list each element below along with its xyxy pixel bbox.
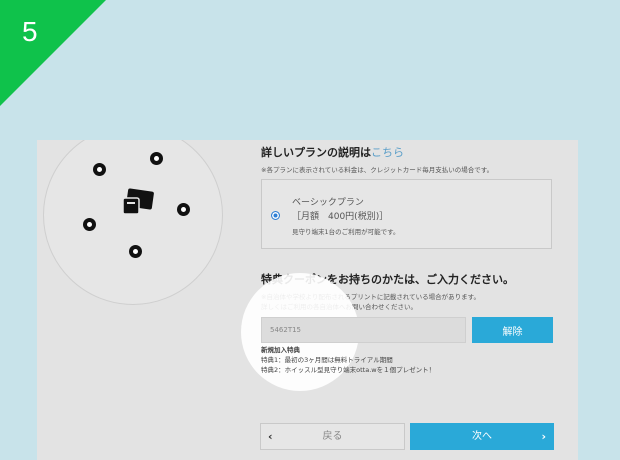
- beacon-dot-icon: [93, 163, 106, 176]
- plan-heading: 詳しいプランの説明はこちら: [261, 144, 404, 160]
- next-label: 次へ: [472, 431, 492, 442]
- step-badge: [0, 0, 106, 106]
- radio-selected-icon[interactable]: [271, 211, 280, 220]
- plan-name: ベーシックプラン: [292, 198, 364, 208]
- benefit-2: 特典2：ホイッスル型見守り端末otta.wを１個プレゼント！: [261, 366, 436, 374]
- coupon-input[interactable]: [261, 317, 466, 343]
- plan-heading-text: 詳しいプランの説明は: [261, 146, 371, 159]
- plan-description: 見守り端末1台のご利用が可能です。: [292, 228, 400, 236]
- back-button[interactable]: ‹ 戻る: [260, 423, 405, 450]
- coupon-cancel-button[interactable]: 解除: [472, 317, 553, 343]
- device-illustration: [43, 140, 223, 305]
- step-number: 5: [22, 16, 38, 47]
- devices-icon: [123, 188, 154, 215]
- next-button[interactable]: 次へ ›: [410, 423, 554, 450]
- back-label: 戻る: [322, 431, 343, 442]
- beacon-dot-icon: [83, 218, 96, 231]
- chevron-right-icon: ›: [541, 430, 546, 443]
- beacon-dot-icon: [150, 152, 163, 165]
- benefit-1: 特典1：最初の3ヶ月間は無料トライアル期間: [261, 356, 393, 364]
- plan-details-link[interactable]: こちら: [371, 146, 404, 159]
- beacon-dot-icon: [177, 203, 190, 216]
- plan-option-basic[interactable]: ベーシックプラン ［月額 400円(税別)］ 見守り端末1台のご利用が可能です。: [261, 179, 552, 249]
- plan-price: ［月額 400円(税別)］: [292, 212, 389, 222]
- benefits-title: 新規加入特典: [261, 346, 300, 354]
- chevron-left-icon: ‹: [268, 430, 273, 443]
- plan-note: ※各プランに表示されている料金は、クレジットカード毎月支払いの場合です。: [261, 166, 494, 174]
- beacon-dot-icon: [129, 245, 142, 258]
- form-panel: 詳しいプランの説明はこちら ※各プランに表示されている料金は、クレジットカード毎…: [37, 140, 578, 460]
